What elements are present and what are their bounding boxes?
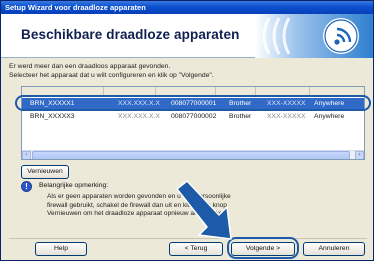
device-name: BRN_XXXXX3 [30,113,75,120]
intro-line-2: Selecteer het apparaat dat u wilt config… [9,71,214,79]
device-location: Anywhere [314,113,345,120]
wizard-header: Beschikbare draadloze apparaten [1,14,373,58]
note-heading: Belangrijke opmerking: [39,182,109,189]
wireless-logo-icon [255,14,373,58]
refresh-button[interactable]: Vernieuwen [21,165,69,179]
page-title: Beschikbare draadloze apparaten [21,27,240,42]
pointer-arrow-icon [176,180,232,240]
help-button-label: Help [54,245,68,252]
help-button[interactable]: Help [35,242,87,256]
refresh-button-label: Vernieuwen [27,168,63,175]
scroll-right-icon[interactable]: › [355,151,364,159]
device-serial: 008077000002 [171,113,217,120]
device-ip: XXX.XXX.X.X [118,113,160,120]
horizontal-scrollbar[interactable]: ‹ › [22,150,364,159]
setup-wizard-window: Setup Wizard voor draadloze apparaten Be… [0,0,374,261]
intro-line-1: Er werd meer dan een draadloos apparaat … [9,63,171,70]
cancel-button-label: Annuleren [318,245,350,252]
device-model: XXX-XXXXX [267,113,306,120]
device-vendor: Brother [229,113,252,120]
cancel-button[interactable]: Annuleren [303,242,365,256]
selection-highlight-ring [15,95,371,111]
intro-text: Er werd meer dan een draadloos apparaat … [9,63,369,80]
info-icon: ! [21,181,32,192]
scrollbar-thumb[interactable] [32,151,350,159]
window-title-bar[interactable]: Setup Wizard voor draadloze apparaten [1,1,373,14]
device-row[interactable]: BRN_XXXXX3 XXX.XXX.X.X 008077000002 Brot… [22,111,364,122]
scroll-left-icon[interactable]: ‹ [22,151,31,159]
